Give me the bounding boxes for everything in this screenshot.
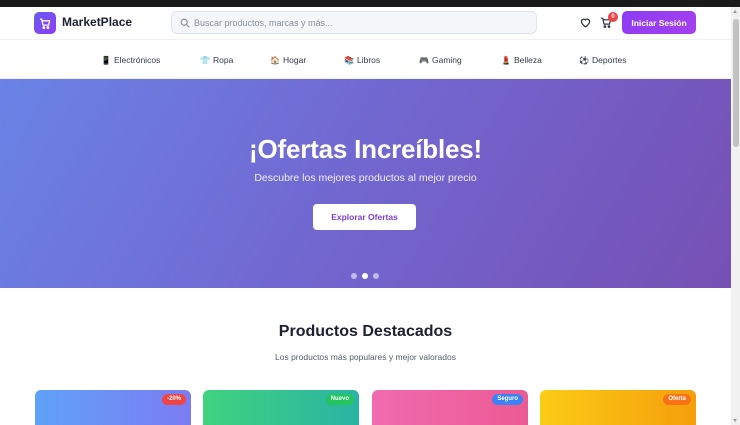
site-header: MarketPlace 0 Iniciar Sesión <box>0 7 731 40</box>
nav-item-label: Ropa <box>213 55 234 65</box>
scroll-up-arrow-icon[interactable] <box>733 10 737 13</box>
soccer-ball-icon: ⚽ <box>579 55 589 65</box>
nav-item-label: Hogar <box>283 55 307 65</box>
books-icon: 📚 <box>344 55 354 65</box>
hero-banner: ¡Ofertas Increíbles! Descubre los mejore… <box>0 79 731 288</box>
product-card[interactable]: Seguro <box>372 390 528 425</box>
section-title: Productos Destacados <box>278 323 453 340</box>
carousel-dot-1[interactable] <box>351 273 357 279</box>
category-nav: 📱 Electrónicos 👕 Ropa 🏠 Hogar 📚 Libros 🎮… <box>0 41 731 79</box>
search-input[interactable] <box>194 14 529 31</box>
nav-item-ropa[interactable]: 👕 Ropa <box>200 54 233 66</box>
heart-icon[interactable] <box>579 16 592 29</box>
logo-text[interactable]: MarketPlace <box>62 15 132 29</box>
gamepad-icon: 🎮 <box>419 55 429 65</box>
vertical-scrollbar[interactable] <box>731 7 740 425</box>
scrollbar-thumb[interactable] <box>732 19 739 147</box>
product-card[interactable]: Nuevo <box>203 390 359 425</box>
discount-badge: -20% <box>161 394 186 405</box>
search-bar[interactable] <box>171 11 537 34</box>
section-subtitle: Los productos más populares y mejor valo… <box>275 352 456 362</box>
shirt-icon: 👕 <box>200 55 210 65</box>
login-button[interactable]: Iniciar Sesión <box>622 11 696 34</box>
product-card[interactable]: -20% <box>35 390 191 425</box>
carousel-dot-3[interactable] <box>373 273 379 279</box>
nav-item-label: Deportes <box>592 55 627 65</box>
offer-badge: Oferta <box>663 394 691 405</box>
browser-frame: MarketPlace 0 Iniciar Sesión <box>0 0 740 425</box>
house-icon: 🏠 <box>270 55 280 65</box>
lipstick-icon: 💄 <box>501 55 511 65</box>
nav-item-hogar[interactable]: 🏠 Hogar <box>270 54 306 66</box>
cart-logo-icon[interactable] <box>34 12 56 34</box>
explore-offers-button[interactable]: Explorar Ofertas <box>313 204 416 230</box>
nav-item-belleza[interactable]: 💄 Belleza <box>501 54 542 66</box>
nav-item-electronicos[interactable]: 📱 Electrónicos <box>101 54 160 66</box>
nav-item-label: Electrónicos <box>114 55 161 65</box>
nav-item-gaming[interactable]: 🎮 Gaming <box>419 54 462 66</box>
phone-icon: 📱 <box>101 55 111 65</box>
secure-badge: Seguro <box>492 394 523 405</box>
nav-item-label: Libros <box>357 55 381 65</box>
nav-item-label: Gaming <box>432 55 462 65</box>
nav-item-label: Belleza <box>514 55 542 65</box>
new-badge: Nuevo <box>325 394 354 405</box>
cart-count-badge: 0 <box>608 12 618 22</box>
scroll-down-arrow-icon[interactable] <box>733 419 737 422</box>
product-card[interactable]: Oferta <box>540 390 696 425</box>
hero-title: ¡Ofertas Increíbles! <box>249 134 482 164</box>
hero-subtitle: Descubre los mejores productos al mejor … <box>254 172 477 184</box>
nav-item-deportes[interactable]: ⚽ Deportes <box>579 54 627 66</box>
carousel-dot-2[interactable] <box>362 273 368 279</box>
page-viewport: MarketPlace 0 Iniciar Sesión <box>0 7 731 425</box>
window-top-edge <box>0 0 740 7</box>
search-icon <box>180 18 190 28</box>
nav-item-libros[interactable]: 📚 Libros <box>344 54 380 66</box>
